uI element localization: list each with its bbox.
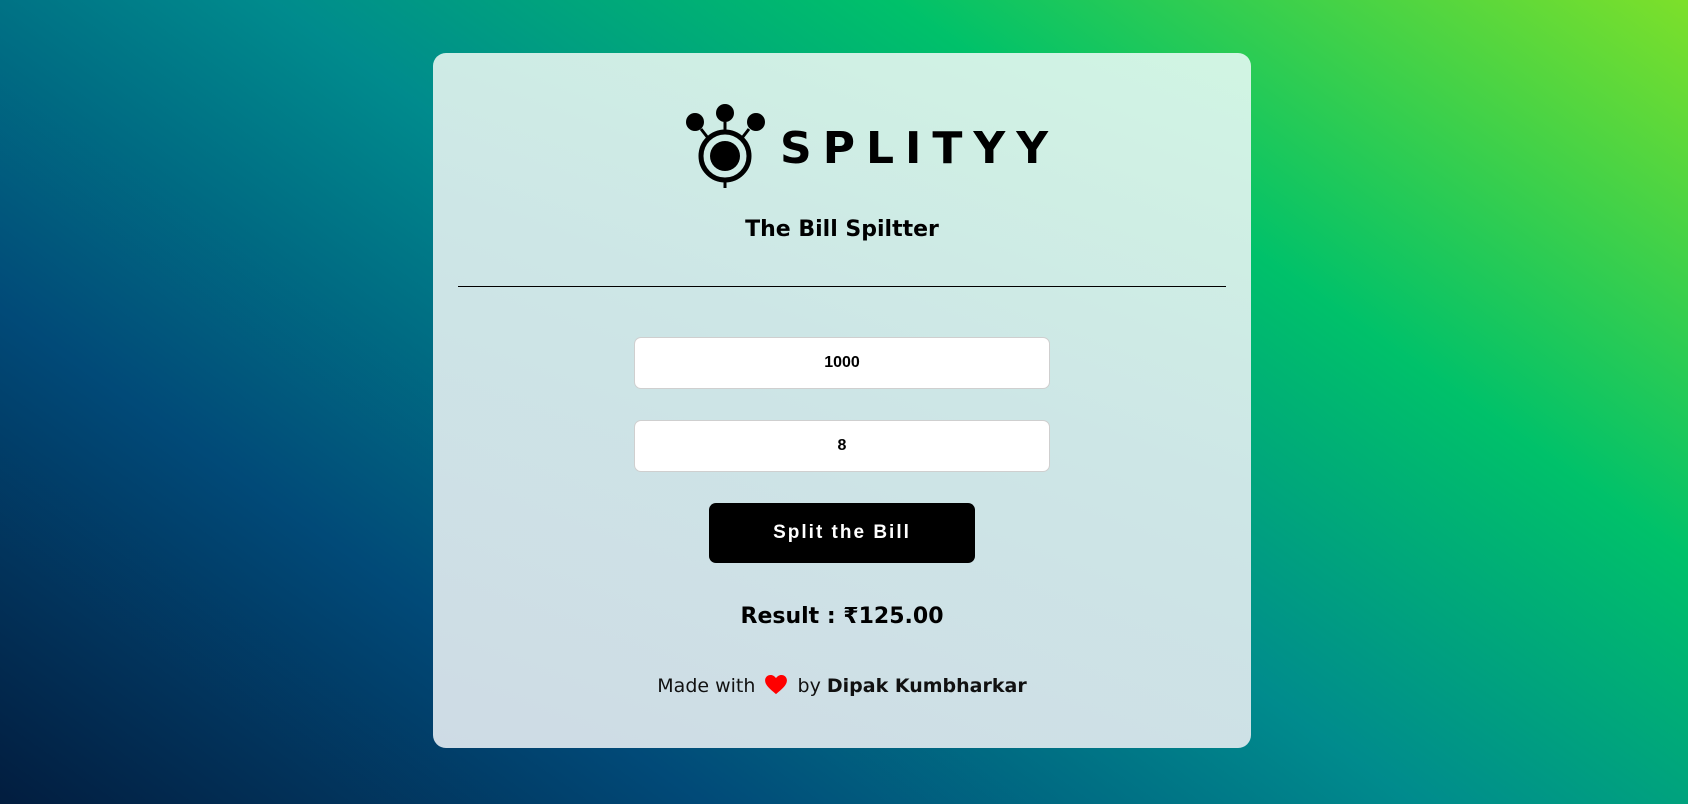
footer-credit: Made with by Dipak Kumbharkar bbox=[433, 675, 1251, 700]
people-count-input[interactable] bbox=[634, 420, 1050, 472]
heart-icon bbox=[765, 675, 788, 700]
splityy-logo-icon bbox=[686, 104, 765, 188]
page-subtitle: The Bill Spiltter bbox=[745, 217, 939, 242]
splitter-card: SPLITYY The Bill Spiltter Split the Bill… bbox=[433, 53, 1251, 748]
app-logo: SPLITYY bbox=[686, 101, 1059, 191]
footer-made-with: Made with bbox=[657, 675, 756, 697]
divider bbox=[458, 286, 1226, 287]
author-name: Dipak Kumbharkar bbox=[826, 675, 1027, 697]
footer-by: by bbox=[797, 675, 821, 697]
bill-amount-input[interactable] bbox=[634, 337, 1050, 389]
logo-text: SPLITYY bbox=[780, 123, 1060, 174]
result-text: Result : ₹125.00 bbox=[740, 604, 944, 629]
split-bill-button[interactable]: Split the Bill bbox=[709, 503, 975, 563]
